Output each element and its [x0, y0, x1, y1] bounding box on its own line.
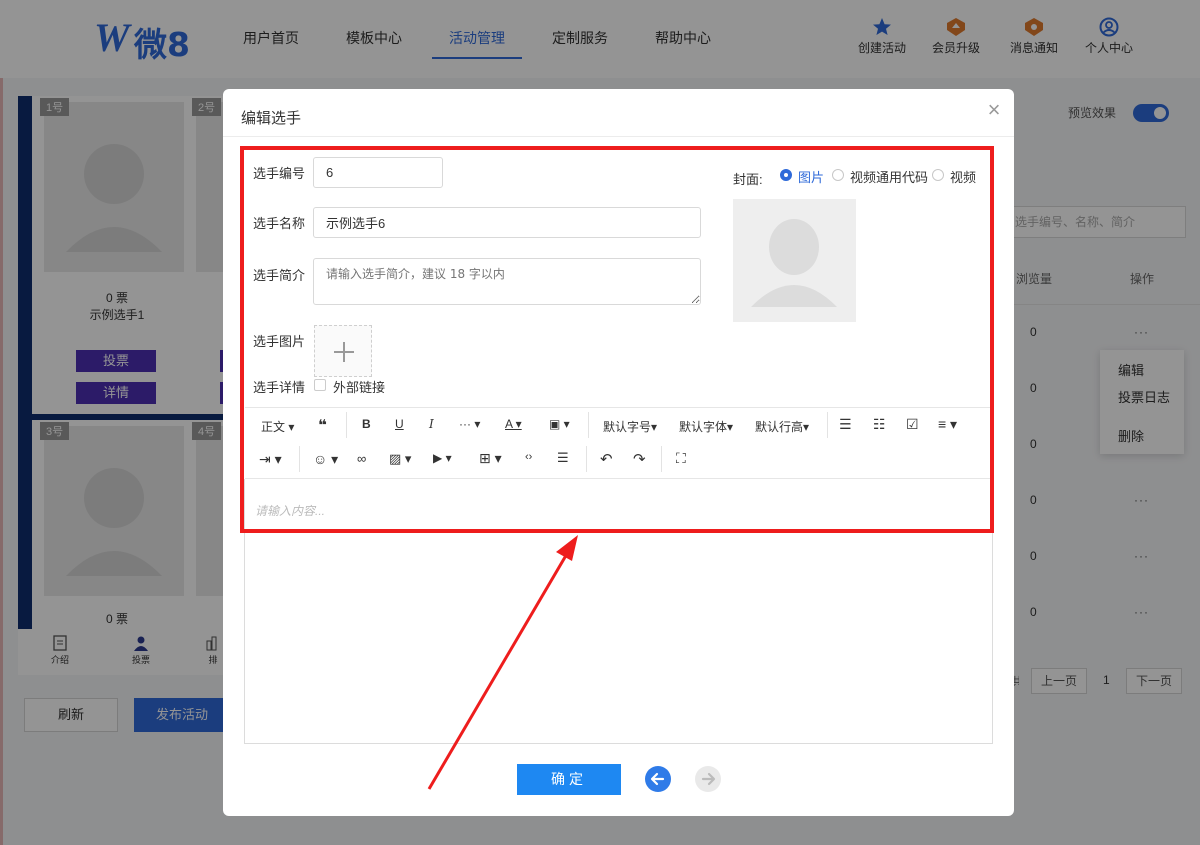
annotation-arrow-icon [427, 535, 578, 790]
